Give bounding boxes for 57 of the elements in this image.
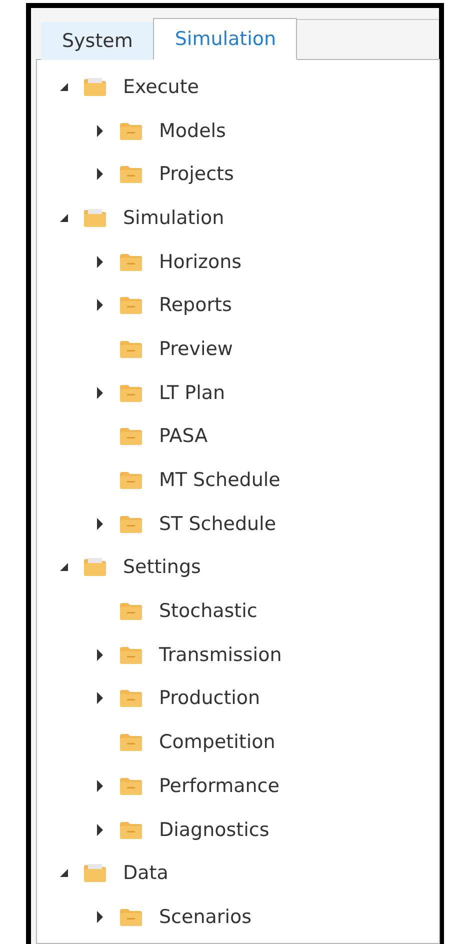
collapsed-arrow-icon[interactable] [96,518,104,530]
open-folder-icon [83,76,107,97]
folder-icon [119,470,143,490]
folder-icon [119,776,143,796]
tree-item-label[interactable]: Execute [123,76,199,98]
tree-item-label[interactable]: Transmission [159,644,282,666]
folder-icon [119,164,143,184]
tree-item-label[interactable]: Production [159,687,260,710]
tree-item-label[interactable]: Scenarios [159,906,252,928]
collapsed-arrow-icon[interactable] [96,692,104,704]
tree-item-label[interactable]: LT Plan [159,382,226,404]
collapsed-arrow-icon[interactable] [96,910,104,923]
expanded-arrow-icon[interactable] [59,212,69,223]
tree-item-label[interactable]: PASA [159,425,208,448]
expanded-arrow-icon[interactable] [59,562,69,572]
expanded-arrow-icon[interactable] [59,868,69,878]
open-folder-icon [83,863,107,884]
open-folder-icon [83,208,107,228]
folder-icon [119,601,143,622]
folder-icon [119,514,143,534]
open-folder-icon [83,557,107,578]
collapsed-arrow-icon[interactable] [96,648,104,661]
tree-item-label[interactable]: Models [159,120,226,142]
collapsed-arrow-icon[interactable] [96,824,104,836]
folder-icon [119,382,143,403]
tree-item-label[interactable]: Performance [159,774,280,797]
folder-icon [119,120,143,141]
tree-item-label[interactable]: Reports [159,294,232,316]
tree-item-label[interactable]: Simulation [123,206,224,229]
folder-icon [119,338,143,359]
folder-icon [119,426,143,446]
tree-item-label[interactable]: Projects [159,163,234,186]
tree-item-label[interactable]: ST Schedule [159,512,276,535]
collapsed-arrow-icon[interactable] [96,780,104,792]
folder-icon [119,644,143,665]
collapsed-arrow-icon[interactable] [96,256,104,268]
collapsed-arrow-icon[interactable] [96,168,104,180]
tab[interactable]: System [41,22,153,60]
folder-icon [119,252,143,272]
folder-icon [119,906,143,927]
folder-icon [119,732,143,752]
tree-item-label[interactable]: Settings [123,556,201,578]
collapsed-arrow-icon[interactable] [96,299,104,312]
folder-icon [119,820,143,840]
tree-item-label[interactable]: Preview [159,338,233,360]
tree-item-label[interactable]: MT Schedule [159,469,280,492]
folder-icon [119,295,143,316]
expanded-arrow-icon[interactable] [59,82,69,92]
collapsed-arrow-icon[interactable] [96,386,104,399]
tree-item-label[interactable]: Stochastic [159,600,258,622]
tab[interactable]: Simulation [152,18,298,60]
tree-item-label[interactable]: Diagnostics [159,818,270,841]
collapsed-arrow-icon[interactable] [96,124,104,137]
tree-item-label[interactable]: Data [123,862,168,884]
folder-icon [119,688,143,708]
tree-item-label[interactable]: Competition [159,731,276,754]
tree-item-label[interactable]: Horizons [159,250,242,273]
